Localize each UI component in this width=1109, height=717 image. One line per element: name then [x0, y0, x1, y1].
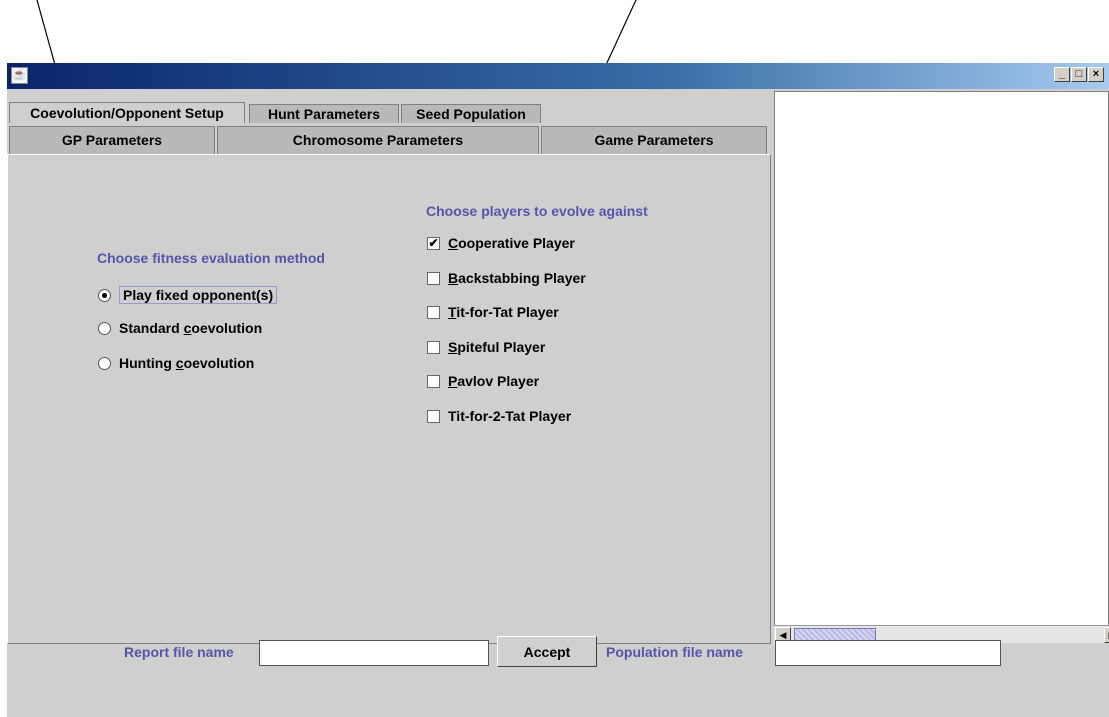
checkbox-label: Tit-for-Tat Player — [448, 304, 559, 320]
checkbox-label: Tit-for-2-Tat Player — [448, 408, 572, 424]
tab-coevolution-opponent-setup[interactable]: Coevolution/Opponent Setup — [9, 102, 245, 123]
accept-button[interactable]: Accept — [497, 636, 597, 667]
report-file-name-input[interactable] — [259, 640, 489, 666]
title-bar[interactable]: ☕ _ □ × — [7, 63, 1109, 89]
minimize-icon[interactable]: _ — [1054, 67, 1070, 82]
checkbox-empty-icon[interactable] — [427, 374, 440, 388]
scroll-right-icon[interactable]: ▶ — [1104, 627, 1109, 643]
checkbox-label: Backstabbing Player — [448, 270, 586, 286]
fitness-method-heading: Choose fitness evaluation method — [97, 250, 325, 266]
radio-label: Standard coevolution — [119, 320, 263, 336]
app-window: ☕ _ □ × Coevolution/Opponent Setup Hunt … — [7, 63, 1109, 717]
players-heading: Choose players to evolve against — [426, 203, 648, 219]
tab-chromosome-parameters[interactable]: Chromosome Parameters — [217, 126, 539, 154]
checkbox-cooperative-player[interactable]: ✔ Cooperative Player — [427, 232, 575, 254]
output-pane[interactable] — [774, 91, 1109, 643]
radio-unselected-icon[interactable] — [98, 321, 111, 335]
tab-hunt-parameters[interactable]: Hunt Parameters — [249, 104, 399, 123]
radio-play-fixed-opponents[interactable]: Play fixed opponent(s) — [98, 284, 278, 306]
checkbox-empty-icon[interactable] — [427, 409, 440, 423]
radio-standard-coevolution[interactable]: Standard coevolution — [98, 317, 262, 339]
checkbox-tit-for-2-tat-player[interactable]: Tit-for-2-Tat Player — [427, 405, 571, 427]
checkbox-label: Cooperative Player — [448, 235, 575, 251]
tab-seed-population[interactable]: Seed Population — [401, 104, 541, 123]
radio-label: Play fixed opponent(s) — [119, 286, 278, 304]
radio-hunting-coevolution[interactable]: Hunting coevolution — [98, 352, 254, 374]
checkbox-label: Spiteful Player — [448, 339, 546, 355]
checkbox-backstabbing-player[interactable]: Backstabbing Player — [427, 267, 586, 289]
population-file-name-input[interactable] — [775, 640, 1001, 666]
checkmark-icon[interactable]: ✔ — [427, 236, 440, 250]
checkbox-empty-icon[interactable] — [427, 271, 440, 285]
checkbox-empty-icon[interactable] — [427, 340, 440, 354]
checkbox-empty-icon[interactable] — [427, 305, 440, 319]
maximize-icon[interactable]: □ — [1071, 67, 1087, 82]
checkbox-spiteful-player[interactable]: Spiteful Player — [427, 336, 545, 358]
close-icon[interactable]: × — [1088, 67, 1104, 82]
checkbox-pavlov-player[interactable]: Pavlov Player — [427, 370, 539, 392]
tab-game-parameters[interactable]: Game Parameters — [541, 126, 767, 154]
report-file-name-label: Report file name — [124, 644, 234, 660]
tab-gp-parameters[interactable]: GP Parameters — [9, 126, 215, 154]
radio-label: Hunting coevolution — [119, 355, 255, 371]
radio-selected-icon[interactable] — [98, 288, 111, 302]
checkbox-tit-for-tat-player[interactable]: Tit-for-Tat Player — [427, 301, 559, 323]
radio-unselected-icon[interactable] — [98, 356, 111, 370]
java-cup-icon[interactable]: ☕ — [11, 67, 28, 84]
checkbox-label: Pavlov Player — [448, 373, 540, 389]
population-file-name-label: Population file name — [606, 644, 743, 660]
coevolution-setup-panel — [7, 154, 771, 644]
